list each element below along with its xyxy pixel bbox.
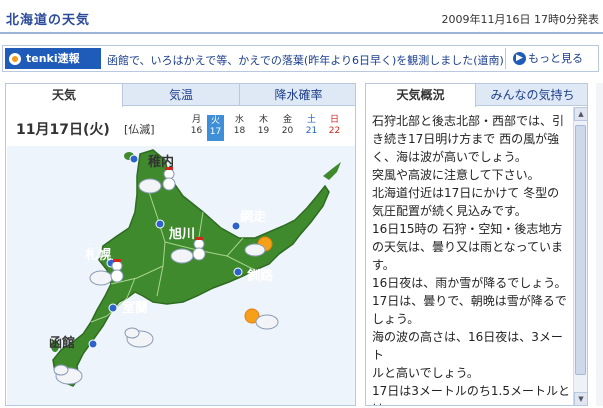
abashiri-dot [231, 221, 241, 231]
page-title: 北海道の天気 [6, 13, 91, 28]
summary-line: 17日は3メートルのち1.5メートルとは [372, 384, 570, 405]
summary-line: 突風や高波に注意して下さい。 [372, 168, 540, 182]
cloud-icon [170, 248, 194, 264]
day-button-22[interactable]: 日 22 [326, 115, 343, 137]
forecast-map-panel: 天気 気温 降水確率 11月17日(火) [仏滅] 月 16 火 17 水 18 木1… [5, 83, 356, 406]
more-news-label: もっと見る [528, 52, 583, 65]
summary-line: 海の波の高さは、16日夜は、3メート [372, 330, 563, 362]
tab-weather-summary[interactable]: 天気概況 [366, 84, 476, 107]
cloud-icon [138, 178, 162, 194]
tab-everyone-feeling[interactable]: みんなの気持ち [476, 84, 587, 106]
hakodate-dot [88, 339, 98, 349]
city-label-asahikawa[interactable]: 旭川 [168, 226, 195, 242]
asahikawa-dot [155, 219, 165, 229]
summary-line: 北海道付近は17日にかけて 冬型の [372, 186, 560, 200]
flash-news-label-text: tenki速報 [26, 52, 80, 65]
kushiro-dot [233, 267, 243, 277]
scroll-up-icon[interactable]: ▲ [574, 107, 587, 121]
flash-news-label: tenki速報 [5, 48, 101, 69]
city-label-abashiri[interactable]: 網走 [240, 209, 267, 225]
date-selector-row: 11月17日(火) [仏滅] 月 16 火 17 水 18 木 19 金 20 土 21 日… [6, 110, 355, 144]
forecast-summary-panel: 天気概況 みんなの気持ち 石狩北部と後志北部・西部では、引 き続き17日明け方ま… [365, 83, 588, 406]
page-header: 北海道の天気 2009年11月16日 17時0分発表 [0, 0, 603, 36]
city-label-kushiro[interactable]: 釧路 [247, 268, 274, 284]
summary-line: 石狩北部と後志北部・西部では、引 [372, 114, 565, 128]
tab-precipitation[interactable]: 降水確率 [240, 84, 355, 106]
cloud-icon [255, 314, 279, 330]
weather-summary-text: 石狩北部と後志北部・西部では、引 き続き17日明け方まで 西の風が強 く、海は波… [372, 112, 572, 405]
summary-line: しょう。 [372, 312, 420, 326]
issued-timestamp: 2009年11月16日 17時0分発表 [441, 13, 599, 26]
summary-tab-bar: 天気概況 みんなの気持ち [366, 84, 587, 107]
summary-line: 16日夜は、雨か雪が降るでしょう。 [372, 276, 567, 290]
cloud-icon [89, 270, 113, 286]
tenki-logo-icon [9, 53, 21, 65]
flash-news-link[interactable]: 函館で、いろはかえで等、かえでの落葉(昨年より6日早く)を観測しました(道南) [107, 52, 504, 68]
summary-line: 16日15時の 石狩・空知・後志地方 [372, 222, 563, 236]
page-scroll-edge [596, 83, 603, 406]
scroll-down-icon[interactable]: ▼ [574, 392, 587, 405]
city-label-muroran[interactable]: 室蘭 [122, 300, 148, 316]
cloud-icon [244, 243, 266, 257]
summary-line: の天気は、曇り又は雨となっていま [372, 240, 564, 254]
tab-temperature[interactable]: 気温 [123, 84, 240, 106]
rokuyo-label: [仏滅] [124, 123, 155, 136]
summary-line: 気圧配置が続く見込みです。 [372, 204, 527, 218]
day-button-18[interactable]: 水 18 [231, 115, 248, 137]
day-button-16[interactable]: 月 16 [188, 115, 205, 137]
summary-line: す。 [372, 258, 395, 272]
muroran-dot [108, 303, 118, 313]
flash-news-bar: tenki速報 函館で、いろはかえで等、かえでの落葉(昨年より6日早く)を観測し… [2, 45, 599, 72]
summary-line: ルと高いでしょう。 [372, 366, 479, 380]
summary-line: き続き17日明け方まで 西の風が強 [372, 132, 560, 146]
arrow-right-icon: ▶ [513, 52, 526, 65]
city-label-sapporo[interactable]: 札幌 [84, 247, 111, 263]
more-news-button[interactable]: ▶ もっと見る [505, 48, 596, 69]
summary-scrollbar[interactable]: ▲ ▼ [573, 107, 587, 405]
wakkanai-dot [129, 154, 139, 164]
selected-date: 11月17日(火) [16, 122, 110, 138]
tab-weather[interactable]: 天気 [6, 84, 123, 107]
day-button-21[interactable]: 土 21 [303, 115, 320, 137]
hokkaido-map: 稚内 旭川 網走 札幌 釧路 室蘭 函館 [7, 146, 355, 405]
summary-line: 17日は、曇りで、朝晩は雪が降るで [372, 294, 567, 308]
summary-line: く、海は波が高いでしょう。 [372, 150, 527, 164]
day-button-20[interactable]: 金 20 [279, 115, 296, 137]
map-tab-bar: 天気 気温 降水確率 [6, 84, 355, 107]
day-button-17[interactable]: 火 17 [207, 115, 224, 141]
header-divider [0, 32, 603, 34]
city-label-hakodate[interactable]: 函館 [49, 335, 75, 351]
scroll-thumb[interactable] [575, 125, 586, 375]
day-button-19[interactable]: 木 19 [255, 115, 272, 137]
